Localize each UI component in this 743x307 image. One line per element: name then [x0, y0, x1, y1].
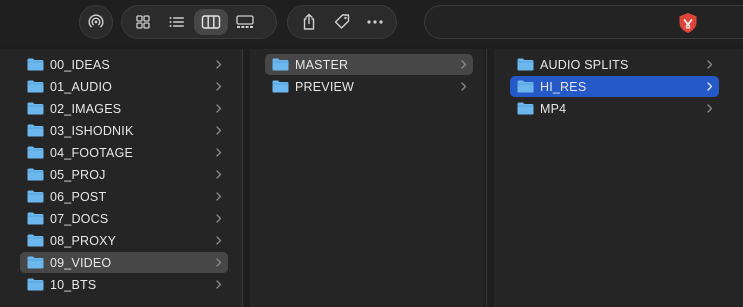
list-item[interactable]: PREVIEW: [265, 76, 473, 97]
list-item[interactable]: 02_IMAGES: [20, 98, 228, 119]
chevron-right-icon: [216, 60, 222, 69]
airdrop-button[interactable]: [79, 5, 113, 39]
folder-label: MP4: [540, 101, 567, 116]
column-divider[interactable]: [242, 49, 243, 307]
list-item[interactable]: AUDIO SPLITS: [510, 54, 719, 75]
folder-icon: [27, 146, 44, 159]
list-item[interactable]: 08_PROXY: [20, 230, 228, 251]
column-divider[interactable]: [486, 49, 487, 307]
list-item[interactable]: 07_DOCS: [20, 208, 228, 229]
list-item[interactable]: 01_AUDIO: [20, 76, 228, 97]
folder-icon: [517, 80, 534, 93]
column-view-icon: [201, 15, 221, 29]
folder-label: 05_PROJ: [50, 167, 106, 182]
folder-label: 07_DOCS: [50, 211, 109, 226]
actions-group: [287, 5, 397, 39]
folder-label: 09_VIDEO: [50, 255, 112, 270]
folder-label: 08_PROXY: [50, 233, 117, 248]
folder-icon: [517, 102, 534, 115]
chevron-right-icon: [216, 280, 222, 289]
folder-label: HI_RES: [540, 79, 587, 94]
gallery-view-icon: [236, 15, 254, 28]
folder-label: MASTER: [295, 57, 349, 72]
folder-icon: [272, 58, 289, 71]
list-item[interactable]: 04_FOOTAGE: [20, 142, 228, 163]
folder-label: AUDIO SPLITS: [540, 57, 629, 72]
chevron-right-icon: [216, 236, 222, 245]
chevron-right-icon: [216, 126, 222, 135]
list-item[interactable]: 10_BTS: [20, 274, 228, 295]
more-button[interactable]: [359, 9, 392, 35]
folder-label: 00_IDEAS: [50, 57, 110, 72]
folder-icon: [272, 80, 289, 93]
chevron-right-icon: [707, 104, 713, 113]
toolbar: [0, 0, 743, 45]
view-mode-group: [121, 5, 277, 39]
icon-view-icon: [136, 15, 150, 29]
share-button[interactable]: [292, 9, 325, 35]
list-item[interactable]: 05_PROJ: [20, 164, 228, 185]
folder-icon: [27, 102, 44, 115]
folder-label: 10_BTS: [50, 277, 97, 292]
folder-icon: [27, 278, 44, 291]
list-view-icon: [169, 17, 184, 27]
chevron-right-icon: [707, 60, 713, 69]
folder-label: 02_IMAGES: [50, 101, 122, 116]
folder-icon: [27, 190, 44, 203]
chevron-right-icon: [216, 82, 222, 91]
list-view-button[interactable]: [160, 9, 194, 35]
shield-icon[interactable]: [677, 12, 699, 34]
share-icon: [303, 13, 314, 30]
list-item[interactable]: MASTER: [265, 54, 473, 75]
chevron-right-icon: [216, 258, 222, 267]
folder-icon: [27, 234, 44, 247]
folder-icon: [27, 256, 44, 269]
folder-label: 04_FOOTAGE: [50, 145, 134, 160]
chevron-right-icon: [216, 192, 222, 201]
gallery-view-button[interactable]: [228, 9, 262, 35]
icon-view-button[interactable]: [126, 9, 160, 35]
folder-label: PREVIEW: [295, 79, 355, 94]
folder-icon: [27, 168, 44, 181]
list-item[interactable]: 00_IDEAS: [20, 54, 228, 75]
folder-icon: [517, 58, 534, 71]
list-item[interactable]: 09_VIDEO: [20, 252, 228, 273]
list-item[interactable]: 03_ISHODNIK: [20, 120, 228, 141]
folder-label: 01_AUDIO: [50, 79, 113, 94]
column-view-button[interactable]: [194, 9, 228, 35]
more-icon: [367, 20, 383, 24]
tag-button[interactable]: [325, 9, 358, 35]
folder-label: 06_POST: [50, 189, 107, 204]
folder-icon: [27, 58, 44, 71]
folder-icon: [27, 212, 44, 225]
folder-icon: [27, 80, 44, 93]
chevron-right-icon: [707, 82, 713, 91]
chevron-right-icon: [216, 104, 222, 113]
chevron-right-icon: [216, 214, 222, 223]
tag-icon: [334, 14, 350, 29]
chevron-right-icon: [216, 170, 222, 179]
list-item[interactable]: MP4: [510, 98, 719, 119]
chevron-right-icon: [216, 148, 222, 157]
list-item[interactable]: HI_RES: [510, 76, 719, 97]
chevron-right-icon: [461, 60, 467, 69]
folder-icon: [27, 124, 44, 137]
folder-label: 03_ISHODNIK: [50, 123, 134, 138]
chevron-right-icon: [461, 82, 467, 91]
airdrop-icon: [88, 14, 104, 28]
list-item[interactable]: 06_POST: [20, 186, 228, 207]
